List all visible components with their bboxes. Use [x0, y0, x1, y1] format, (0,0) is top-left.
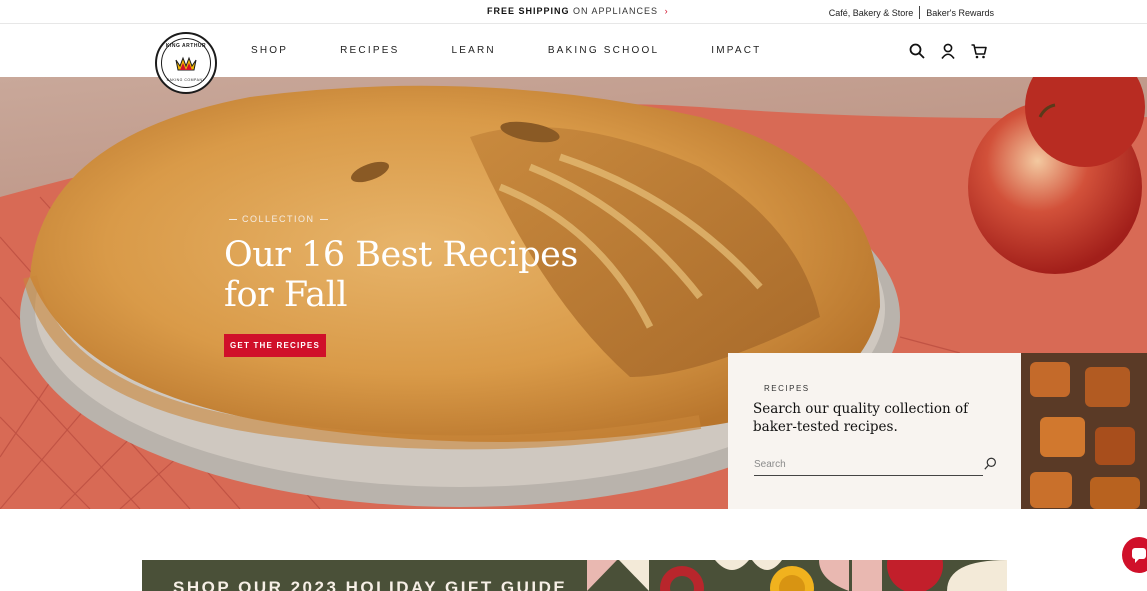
promo-rest: ON APPLIANCES — [573, 6, 659, 16]
holiday-gift-guide-banner[interactable]: SHOP OUR 2023 HOLIDAY GIFT GUIDE — [142, 560, 1007, 591]
card-title: Search our quality collection of baker-t… — [753, 401, 969, 435]
divider — [319, 218, 328, 220]
search-icon[interactable] — [908, 42, 926, 60]
recipe-search-input[interactable] — [754, 454, 954, 475]
bakers-rewards-link[interactable]: Baker's Rewards — [926, 8, 994, 18]
holiday-pattern-image — [587, 560, 1007, 591]
site-logo[interactable]: KING ARTHUR BAKING COMPANY — [155, 32, 217, 94]
divider — [919, 6, 921, 19]
nav-impact[interactable]: IMPACT — [711, 45, 761, 56]
get-the-recipes-button[interactable]: GET THE RECIPES — [224, 334, 326, 357]
cafe-bakery-store-link[interactable]: Café, Bakery & Store — [829, 8, 914, 18]
nav-baking-school[interactable]: BAKING SCHOOL — [548, 45, 659, 56]
utility-links: Café, Bakery & Store Baker's Rewards — [829, 6, 994, 19]
chat-button[interactable] — [1122, 537, 1147, 573]
main-nav: SHOP RECIPES LEARN BAKING SCHOOL IMPACT — [251, 45, 761, 56]
header-icons — [908, 42, 1001, 60]
logo-inner-ring: KING ARTHUR BAKING COMPANY — [161, 38, 211, 88]
card-eyebrow: RECIPES — [764, 384, 810, 393]
recipe-search-field — [754, 454, 996, 476]
search-icon[interactable] — [984, 457, 997, 475]
chevron-right-icon: › — [664, 6, 669, 16]
nav-shop[interactable]: SHOP — [251, 45, 288, 56]
nav-learn[interactable]: LEARN — [451, 45, 495, 56]
hero-banner[interactable]: COLLECTION Our 16 Best Recipes for Fall … — [0, 77, 1147, 509]
promo-bold: FREE SHIPPING — [487, 6, 570, 16]
crown-icon — [175, 56, 197, 71]
account-icon[interactable] — [939, 42, 957, 60]
cart-icon[interactable] — [970, 42, 988, 60]
hero-title: Our 16 Best Recipes for Fall — [224, 235, 578, 315]
nav-recipes[interactable]: RECIPES — [340, 45, 399, 56]
promo-bar: FREE SHIPPING ON APPLIANCES › Café, Bake… — [0, 0, 1147, 24]
main-header: KING ARTHUR BAKING COMPANY SHOP RECIPES … — [0, 25, 1147, 94]
hero-eyebrow: COLLECTION — [224, 214, 333, 224]
promo-message[interactable]: FREE SHIPPING ON APPLIANCES › — [487, 6, 669, 16]
chat-icon — [1132, 548, 1146, 563]
holiday-banner-text: SHOP OUR 2023 HOLIDAY GIFT GUIDE — [173, 578, 568, 591]
recipe-search-card: RECIPES Search our quality collection of… — [728, 353, 1021, 509]
hero-eyebrow-text: COLLECTION — [242, 214, 315, 224]
logo-top-text: KING ARTHUR — [165, 43, 207, 49]
divider — [229, 218, 237, 220]
logo-bottom-text: BAKING COMPANY — [166, 78, 206, 82]
